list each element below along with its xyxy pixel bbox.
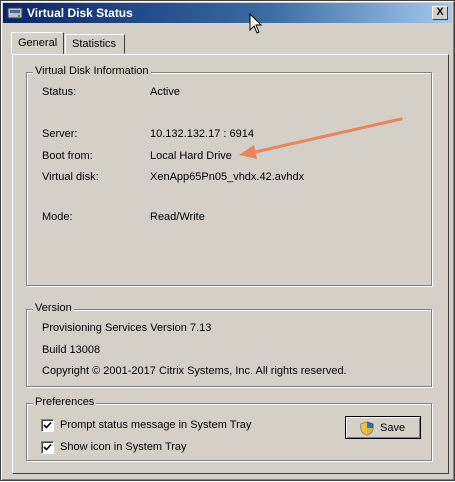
virtual-disk-label: Virtual disk: — [42, 171, 99, 183]
virtual-disk-info-group: Virtual Disk Information Status: Active … — [26, 65, 432, 286]
server-label: Server: — [42, 128, 78, 140]
mode-value: Read/Write — [150, 211, 205, 223]
window-title: Virtual Disk Status — [27, 6, 133, 20]
mode-label: Mode: — [42, 211, 73, 223]
server-value: 10.132.132.17 : 6914 — [150, 128, 254, 140]
save-button[interactable]: Save — [345, 416, 421, 439]
mouse-cursor-icon — [249, 13, 263, 34]
show-icon-label: Show icon in System Tray — [60, 441, 187, 453]
general-tab-panel: Virtual Disk Information Status: Active … — [12, 54, 449, 474]
tab-general[interactable]: General — [11, 32, 64, 54]
virtual-disk-status-window: Virtual Disk Status X General Statistics… — [0, 0, 455, 481]
app-disk-icon — [7, 6, 23, 20]
uac-shield-icon — [360, 421, 374, 439]
show-icon-checkbox[interactable] — [41, 441, 54, 454]
prompt-status-label: Prompt status message in System Tray — [60, 419, 252, 431]
product-version: Provisioning Services Version 7.13 — [42, 322, 212, 334]
build-number: Build 13008 — [42, 344, 101, 356]
tab-statistics[interactable]: Statistics — [65, 34, 125, 54]
group-title-version: Version — [33, 302, 74, 314]
checkmark-icon — [43, 421, 52, 429]
copyright-text: Copyright © 2001-2017 Citrix Systems, In… — [42, 365, 347, 377]
status-value: Active — [150, 86, 180, 98]
checkmark-icon — [43, 443, 52, 451]
close-icon: X — [436, 6, 444, 18]
boot-from-label: Boot from: — [42, 150, 93, 162]
title-bar[interactable]: Virtual Disk Status X — [3, 3, 452, 23]
save-label: Save — [380, 422, 406, 434]
close-button[interactable]: X — [432, 6, 448, 20]
virtual-disk-value: XenApp65Pn05_vhdx.42.avhdx — [150, 171, 305, 183]
version-group: Version Provisioning Services Version 7.… — [26, 302, 432, 387]
boot-from-value: Local Hard Drive — [150, 150, 232, 162]
preferences-group: Preferences Prompt status message in Sys… — [26, 396, 432, 461]
prompt-status-checkbox[interactable] — [41, 419, 54, 432]
group-title-preferences: Preferences — [33, 396, 97, 408]
status-label: Status: — [42, 86, 77, 98]
group-title-info: Virtual Disk Information — [33, 65, 151, 77]
